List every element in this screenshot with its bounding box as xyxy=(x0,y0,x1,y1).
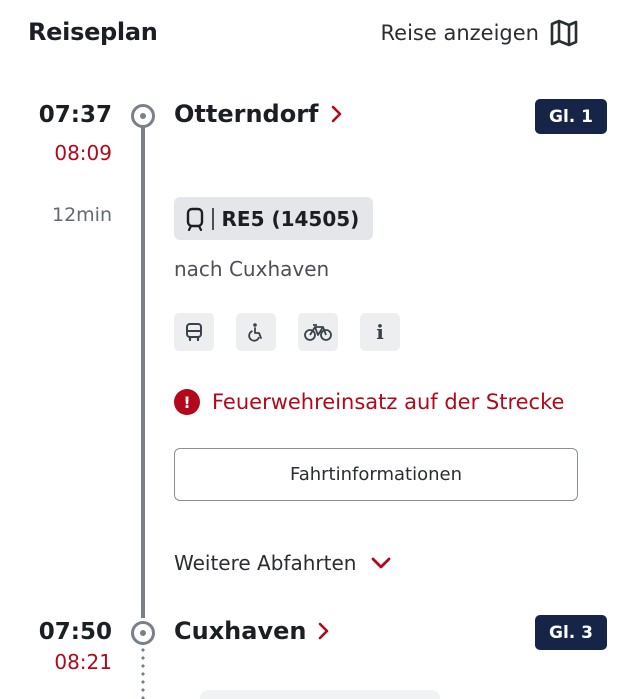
train-direction: nach Cuxhaven xyxy=(174,257,330,281)
stop-node-destination xyxy=(131,621,155,645)
station-name: Cuxhaven xyxy=(174,617,307,645)
disruption-alert: ! Feuerwehreinsatz auf der Strecke xyxy=(174,389,564,415)
wheelchair-icon[interactable] xyxy=(236,313,276,351)
more-departures-toggle[interactable]: Weitere Abfahrten xyxy=(174,551,392,575)
travel-duration: 12min xyxy=(51,204,112,226)
timeline-line xyxy=(141,123,145,618)
chip-separator xyxy=(212,207,214,230)
page-title: Reiseplan xyxy=(28,18,158,46)
chevron-right-icon xyxy=(319,622,329,640)
platform-badge: Gl. 3 xyxy=(535,615,607,650)
station-link-origin[interactable]: Otterndorf xyxy=(174,100,343,128)
station-name: Otterndorf xyxy=(174,100,319,128)
station-link-destination[interactable]: Cuxhaven xyxy=(174,617,330,645)
chevron-right-icon xyxy=(331,105,341,123)
bus-icon[interactable] xyxy=(174,313,214,351)
show-trip-label: Reise anzeigen xyxy=(380,21,539,45)
bicycle-icon[interactable] xyxy=(298,313,338,351)
chevron-down-icon xyxy=(372,557,391,569)
trip-info-button[interactable]: Fahrtinformationen xyxy=(174,448,578,501)
platform-badge: Gl. 1 xyxy=(535,99,607,134)
arrival-time-actual: 08:21 xyxy=(54,650,112,674)
alert-text: Feuerwehreinsatz auf der Strecke xyxy=(212,390,565,414)
departure-time-planned: 07:37 xyxy=(38,102,112,128)
show-trip-button[interactable]: Reise anzeigen xyxy=(381,19,579,47)
arrival-time-planned: 07:50 xyxy=(38,619,112,645)
next-card-edge xyxy=(200,690,440,699)
stop-node-origin xyxy=(131,104,155,128)
train-icon xyxy=(186,207,204,231)
more-departures-label: Weitere Abfahrten xyxy=(174,551,357,575)
train-line-chip[interactable]: RE5 (14505) xyxy=(174,197,374,240)
alert-icon: ! xyxy=(174,389,200,415)
timeline-continuation xyxy=(141,646,145,699)
amenities-list: i xyxy=(174,313,400,351)
info-icon[interactable]: i xyxy=(360,313,400,351)
map-icon xyxy=(550,19,578,47)
departure-time-actual: 08:09 xyxy=(54,141,112,165)
train-line-label: RE5 (14505) xyxy=(221,206,360,231)
